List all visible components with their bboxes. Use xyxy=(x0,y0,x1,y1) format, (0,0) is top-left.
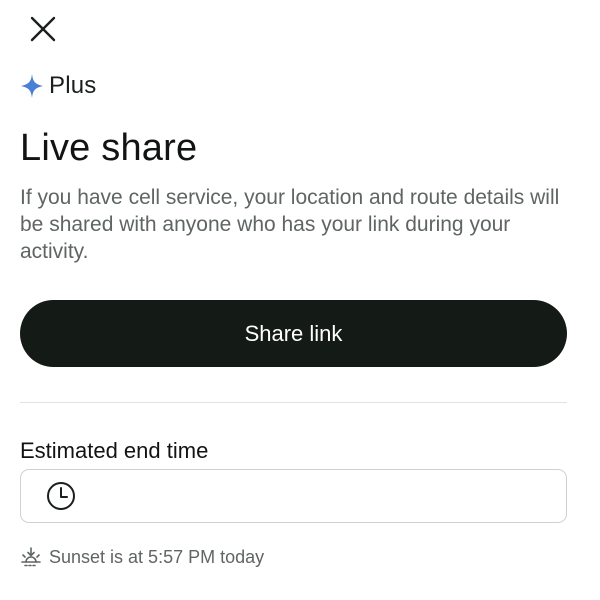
estimated-end-time-label: Estimated end time xyxy=(20,438,209,463)
close-icon xyxy=(30,16,56,42)
divider xyxy=(20,402,567,403)
sunset-icon xyxy=(21,547,41,567)
sunset-info: Sunset is at 5:57 PM today xyxy=(20,546,264,568)
end-time-input[interactable] xyxy=(20,469,567,523)
sparkle-icon xyxy=(21,74,43,98)
live-share-screen: Plus Live share If you have cell service… xyxy=(0,0,600,600)
description-text: If you have cell service, your location … xyxy=(20,186,560,263)
page-title: Live share xyxy=(20,127,198,169)
plus-badge: Plus xyxy=(20,72,97,100)
close-button[interactable] xyxy=(26,12,60,46)
clock-icon xyxy=(47,482,75,510)
sunset-text: Sunset is at 5:57 PM today xyxy=(49,546,265,567)
plus-label: Plus xyxy=(49,72,97,99)
share-link-button[interactable]: Share link xyxy=(20,300,567,367)
